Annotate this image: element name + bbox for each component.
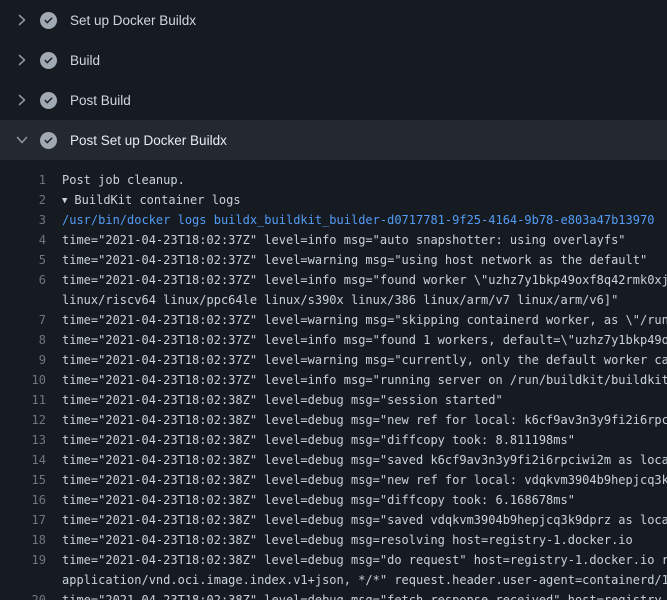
log-line: linux/riscv64 linux/ppc64le linux/s390x … [0, 290, 667, 310]
success-check-icon [40, 12, 57, 29]
log-line: 2▼BuildKit container logs [0, 190, 667, 210]
section-title: Set up Docker Buildx [70, 13, 196, 28]
log-line: 10time="2021-04-23T18:02:37Z" level=info… [0, 370, 667, 390]
log-line-number[interactable]: 10 [0, 370, 62, 390]
log-line: 20time="2021-04-23T18:02:38Z" level=debu… [0, 590, 667, 600]
log-line: 14time="2021-04-23T18:02:38Z" level=debu… [0, 450, 667, 470]
section-header-set-up-docker-buildx[interactable]: Set up Docker Buildx [0, 0, 667, 40]
section-title: Build [70, 53, 100, 68]
log-line: 3/usr/bin/docker logs buildx_buildkit_bu… [0, 210, 667, 230]
success-check-icon [40, 132, 57, 149]
success-check-icon [40, 52, 57, 69]
section-header-build[interactable]: Build [0, 40, 667, 80]
log-line-number[interactable]: 18 [0, 530, 62, 550]
log-line-text: time="2021-04-23T18:02:37Z" level=warnin… [62, 250, 667, 270]
log-group-toggle-icon[interactable]: ▼ [62, 191, 67, 210]
step-sections: Set up Docker Buildx Build Post Build Post … [0, 0, 667, 600]
log-line: 19time="2021-04-23T18:02:38Z" level=debu… [0, 550, 667, 570]
log-line: 17time="2021-04-23T18:02:38Z" level=debu… [0, 510, 667, 530]
log-line-text: time="2021-04-23T18:02:38Z" level=debug … [62, 450, 667, 470]
log-line: 9time="2021-04-23T18:02:37Z" level=warni… [0, 350, 667, 370]
step-section: Build [0, 40, 667, 80]
log-line-text: time="2021-04-23T18:02:38Z" level=debug … [62, 490, 667, 510]
log-line: 6time="2021-04-23T18:02:37Z" level=info … [0, 270, 667, 290]
log-line-text: application/vnd.oci.image.index.v1+json,… [62, 570, 667, 590]
step-section: Set up Docker Buildx [0, 0, 667, 40]
step-section: Post Set up Docker Buildx 1Post job clean… [0, 120, 667, 600]
log-output: 1Post job cleanup.2▼BuildKit container l… [0, 160, 667, 600]
log-line: 18time="2021-04-23T18:02:38Z" level=debu… [0, 530, 667, 550]
section-title: Post Build [70, 93, 131, 108]
log-line-text: time="2021-04-23T18:02:37Z" level=info m… [62, 270, 667, 290]
chevron-right-icon [14, 52, 30, 68]
log-line-number[interactable]: 4 [0, 230, 62, 250]
log-line-number[interactable]: 20 [0, 590, 62, 600]
log-line-number[interactable]: 12 [0, 410, 62, 430]
log-line-text: time="2021-04-23T18:02:38Z" level=debug … [62, 590, 667, 600]
log-line: 12time="2021-04-23T18:02:38Z" level=debu… [0, 410, 667, 430]
chevron-right-icon [14, 12, 30, 28]
chevron-right-icon [14, 92, 30, 108]
log-line-number[interactable]: 8 [0, 330, 62, 350]
log-line: 7time="2021-04-23T18:02:37Z" level=warni… [0, 310, 667, 330]
log-line: 13time="2021-04-23T18:02:38Z" level=debu… [0, 430, 667, 450]
log-line-number[interactable]: 5 [0, 250, 62, 270]
log-line: 4time="2021-04-23T18:02:37Z" level=info … [0, 230, 667, 250]
log-line-text: time="2021-04-23T18:02:38Z" level=debug … [62, 530, 667, 550]
log-line-number[interactable]: 7 [0, 310, 62, 330]
step-section: Post Build [0, 80, 667, 120]
log-line-number[interactable]: 14 [0, 450, 62, 470]
log-line-number[interactable]: 9 [0, 350, 62, 370]
log-line-text: time="2021-04-23T18:02:37Z" level=info m… [62, 230, 667, 250]
log-line-text: time="2021-04-23T18:02:38Z" level=debug … [62, 410, 667, 430]
log-line: application/vnd.oci.image.index.v1+json,… [0, 570, 667, 590]
success-check-icon [40, 92, 57, 109]
log-line-text: time="2021-04-23T18:02:38Z" level=debug … [62, 550, 667, 570]
log-line: 11time="2021-04-23T18:02:38Z" level=debu… [0, 390, 667, 410]
log-line-number[interactable]: 3 [0, 210, 62, 230]
log-command-text: /usr/bin/docker logs buildx_buildkit_bui… [62, 210, 667, 230]
section-title: Post Set up Docker Buildx [70, 133, 227, 148]
log-line-number[interactable]: 2 [0, 190, 62, 210]
log-line-text: time="2021-04-23T18:02:37Z" level=info m… [62, 370, 667, 390]
section-header-post-build[interactable]: Post Build [0, 80, 667, 120]
log-line-text: linux/riscv64 linux/ppc64le linux/s390x … [62, 290, 667, 310]
log-line-number [0, 290, 62, 310]
log-line-number [0, 570, 62, 590]
log-line-number[interactable]: 6 [0, 270, 62, 290]
log-line-text: time="2021-04-23T18:02:37Z" level=warnin… [62, 310, 667, 330]
log-line-text: time="2021-04-23T18:02:38Z" level=debug … [62, 470, 667, 490]
log-line-number[interactable]: 11 [0, 390, 62, 410]
log-line: 5time="2021-04-23T18:02:37Z" level=warni… [0, 250, 667, 270]
log-line-text: time="2021-04-23T18:02:37Z" level=info m… [62, 330, 667, 350]
section-header-post-set-up-docker-buildx[interactable]: Post Set up Docker Buildx [0, 120, 667, 160]
log-line-number[interactable]: 17 [0, 510, 62, 530]
log-line: 15time="2021-04-23T18:02:38Z" level=debu… [0, 470, 667, 490]
log-line-text: time="2021-04-23T18:02:37Z" level=warnin… [62, 350, 667, 370]
log-line-number[interactable]: 1 [0, 170, 62, 190]
log-line-number[interactable]: 16 [0, 490, 62, 510]
log-line-text: ▼BuildKit container logs [62, 190, 667, 210]
log-line-number[interactable]: 15 [0, 470, 62, 490]
log-line-text: time="2021-04-23T18:02:38Z" level=debug … [62, 430, 667, 450]
log-line: 1Post job cleanup. [0, 170, 667, 190]
actions-log-viewer: Set up Docker Buildx Build Post Build Post … [0, 0, 667, 600]
log-line-text: time="2021-04-23T18:02:38Z" level=debug … [62, 510, 667, 530]
log-line: 16time="2021-04-23T18:02:38Z" level=debu… [0, 490, 667, 510]
chevron-down-icon [14, 132, 30, 148]
log-line-number[interactable]: 19 [0, 550, 62, 570]
log-line-text: Post job cleanup. [62, 170, 667, 190]
log-line-text: time="2021-04-23T18:02:38Z" level=debug … [62, 390, 667, 410]
log-line: 8time="2021-04-23T18:02:37Z" level=info … [0, 330, 667, 350]
log-line-number[interactable]: 13 [0, 430, 62, 450]
